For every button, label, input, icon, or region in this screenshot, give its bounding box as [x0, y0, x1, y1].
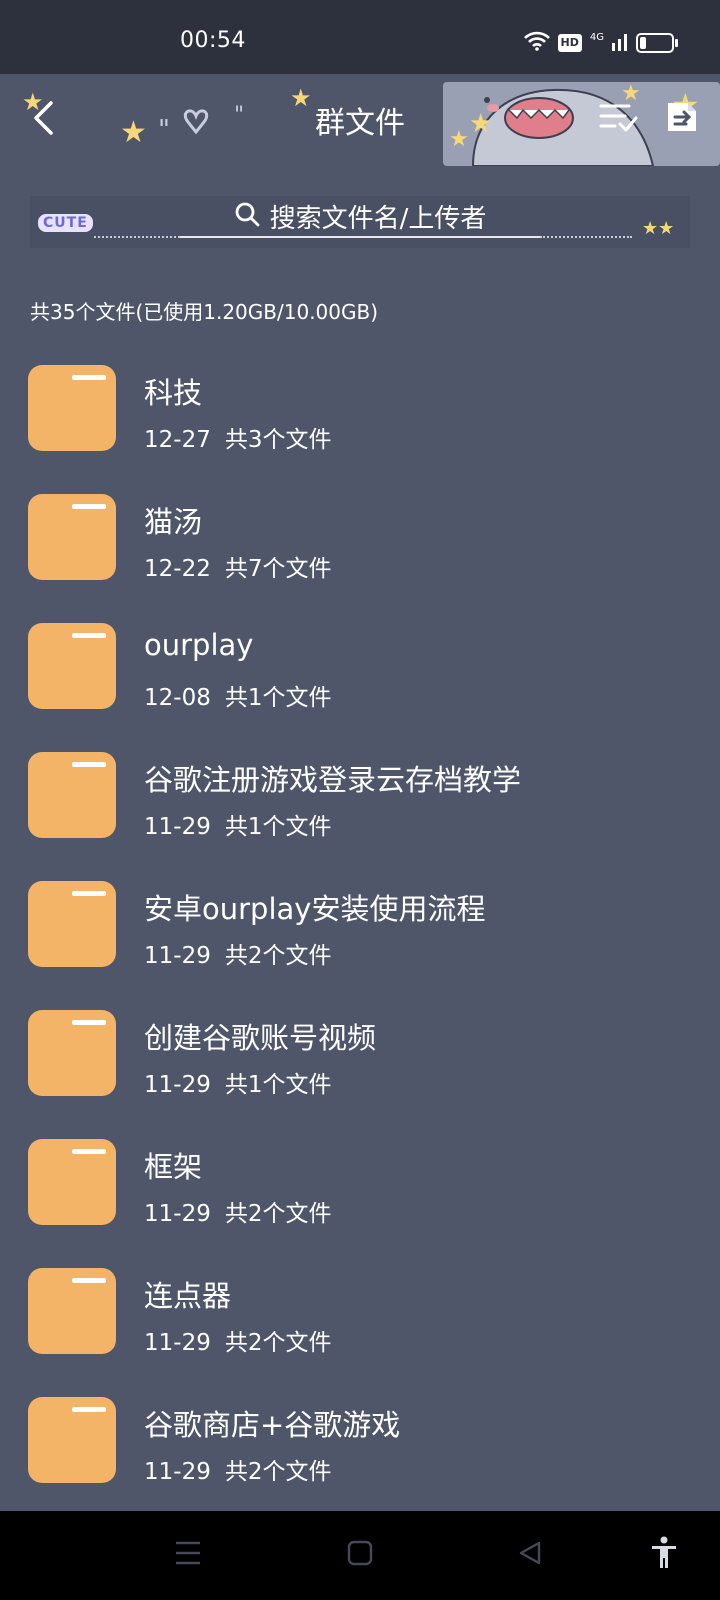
- home-square-icon: [347, 1540, 373, 1570]
- folder-name: 谷歌商店+谷歌游戏: [144, 1408, 401, 1442]
- multi-select-button[interactable]: [596, 94, 640, 144]
- folder-name: 猫汤: [144, 505, 203, 539]
- back-button[interactable]: [20, 92, 66, 148]
- file-upload-icon: [664, 99, 700, 139]
- search-placeholder: 搜索文件名/上传者: [269, 203, 487, 234]
- dotted-divider: [540, 236, 632, 238]
- folder-meta: 11-29 共1个文件: [144, 807, 331, 841]
- search-bar: CUTE ★★ 搜索文件名/上传者: [30, 196, 690, 248]
- folder-meta: 11-29 共1个文件: [144, 1065, 331, 1099]
- folder-item[interactable]: 谷歌注册游戏登录云存档教学 11-29 共1个文件: [0, 727, 720, 856]
- folder-date: 12-08: [144, 685, 211, 711]
- menu-icon: [174, 1540, 202, 1570]
- header: " " ★ ★ ★ ★ ★ ★ ★ 群文件: [0, 74, 720, 170]
- folder-icon: [28, 1397, 116, 1483]
- folder-count: 共1个文件: [224, 685, 332, 711]
- star-decoration: ★: [120, 115, 147, 150]
- folder-count: 共2个文件: [224, 1330, 332, 1356]
- folder-count: 共1个文件: [224, 1072, 332, 1098]
- folder-count: 共3个文件: [224, 427, 332, 453]
- folder-count: 共2个文件: [224, 1201, 332, 1227]
- folder-meta: 11-29 共2个文件: [144, 1323, 331, 1357]
- folder-name: 连点器: [144, 1279, 232, 1313]
- folder-date: 11-29: [144, 943, 211, 969]
- folder-item[interactable]: 框架 11-29 共2个文件: [0, 1114, 720, 1243]
- folder-item[interactable]: 连点器 11-29 共2个文件: [0, 1243, 720, 1372]
- folder-item[interactable]: 创建谷歌账号视频 11-29 共1个文件: [0, 985, 720, 1114]
- cute-sticker: CUTE: [38, 214, 93, 232]
- back-triangle-icon: [517, 1540, 543, 1570]
- svg-text:": ": [158, 115, 170, 145]
- folder-item[interactable]: 安卓ourplay安装使用流程 11-29 共2个文件: [0, 856, 720, 985]
- folder-item[interactable]: 谷歌商店+谷歌游戏 11-29 共2个文件: [0, 1372, 720, 1501]
- navigation-bar: [0, 1511, 720, 1600]
- folder-count: 共7个文件: [224, 556, 332, 582]
- folder-meta: 11-29 共2个文件: [144, 1194, 331, 1228]
- folder-meta: 11-29 共2个文件: [144, 1452, 331, 1486]
- folder-icon: [28, 752, 116, 838]
- search-input[interactable]: 搜索文件名/上传者: [180, 196, 540, 238]
- wifi-icon: [523, 31, 550, 55]
- folder-name: 安卓ourplay安装使用流程: [144, 892, 486, 926]
- page-title: 群文件: [315, 106, 405, 141]
- accessibility-icon: [650, 1536, 678, 1574]
- battery-icon: [636, 33, 678, 53]
- folder-icon: [28, 881, 116, 967]
- folder-icon: [28, 494, 116, 580]
- folder-meta: 12-08 共1个文件: [144, 678, 331, 712]
- file-list: 科技 12-27 共3个文件 猫汤 12-22 共7个文件 ourplay 12-0…: [0, 340, 720, 1501]
- storage-summary: 共35个文件(已使用1.20GB/10.00GB): [30, 300, 379, 324]
- status-bar: 00:54 HD 4G: [0, 0, 720, 74]
- signal-icon: [612, 31, 628, 55]
- folder-count: 共2个文件: [224, 1459, 332, 1485]
- folder-date: 11-29: [144, 1201, 211, 1227]
- folder-name: 谷歌注册游戏登录云存档教学: [144, 763, 522, 797]
- folder-meta: 12-27 共3个文件: [144, 420, 331, 454]
- folder-meta: 11-29 共2个文件: [144, 936, 331, 970]
- hd-badge: HD: [557, 34, 582, 52]
- folder-name: 框架: [144, 1150, 203, 1184]
- folder-date: 11-29: [144, 1459, 211, 1485]
- battery-level: [640, 37, 646, 49]
- folder-meta: 12-22 共7个文件: [144, 549, 331, 583]
- folder-icon: [28, 365, 116, 451]
- folder-icon: [28, 1139, 116, 1225]
- star-decoration: ★★: [642, 218, 675, 239]
- folder-date: 12-22: [144, 556, 211, 582]
- folder-name: ourplay: [144, 628, 254, 662]
- upload-button[interactable]: [660, 94, 704, 144]
- svg-text:★: ★: [449, 127, 469, 152]
- dotted-divider: [94, 236, 180, 238]
- list-check-icon: [598, 100, 638, 138]
- folder-name: 创建谷歌账号视频: [144, 1021, 377, 1055]
- folder-item[interactable]: 科技 12-27 共3个文件: [0, 340, 720, 469]
- status-icons: HD 4G: [523, 30, 678, 56]
- folder-item[interactable]: ourplay 12-08 共1个文件: [0, 598, 720, 727]
- system-back-button[interactable]: [510, 1535, 550, 1575]
- chevron-left-icon: [31, 100, 55, 140]
- accessibility-button[interactable]: [644, 1535, 684, 1575]
- folder-name: 科技: [144, 376, 203, 410]
- folder-icon: [28, 1010, 116, 1096]
- folder-count: 共2个文件: [224, 943, 332, 969]
- folder-item[interactable]: 猫汤 12-22 共7个文件: [0, 469, 720, 598]
- svg-text:": ": [234, 103, 244, 128]
- network-type-label: 4G: [589, 31, 604, 43]
- folder-date: 11-29: [144, 814, 211, 840]
- svg-text:★: ★: [469, 109, 492, 139]
- folder-count: 共1个文件: [224, 814, 332, 840]
- folder-icon: [28, 623, 116, 709]
- folder-date: 11-29: [144, 1072, 211, 1098]
- folder-date: 12-27: [144, 427, 211, 453]
- folder-date: 11-29: [144, 1330, 211, 1356]
- recent-apps-button[interactable]: [168, 1535, 208, 1575]
- folder-icon: [28, 1268, 116, 1354]
- search-icon: [234, 201, 260, 231]
- home-button[interactable]: [340, 1535, 380, 1575]
- status-time: 00:54: [180, 28, 246, 53]
